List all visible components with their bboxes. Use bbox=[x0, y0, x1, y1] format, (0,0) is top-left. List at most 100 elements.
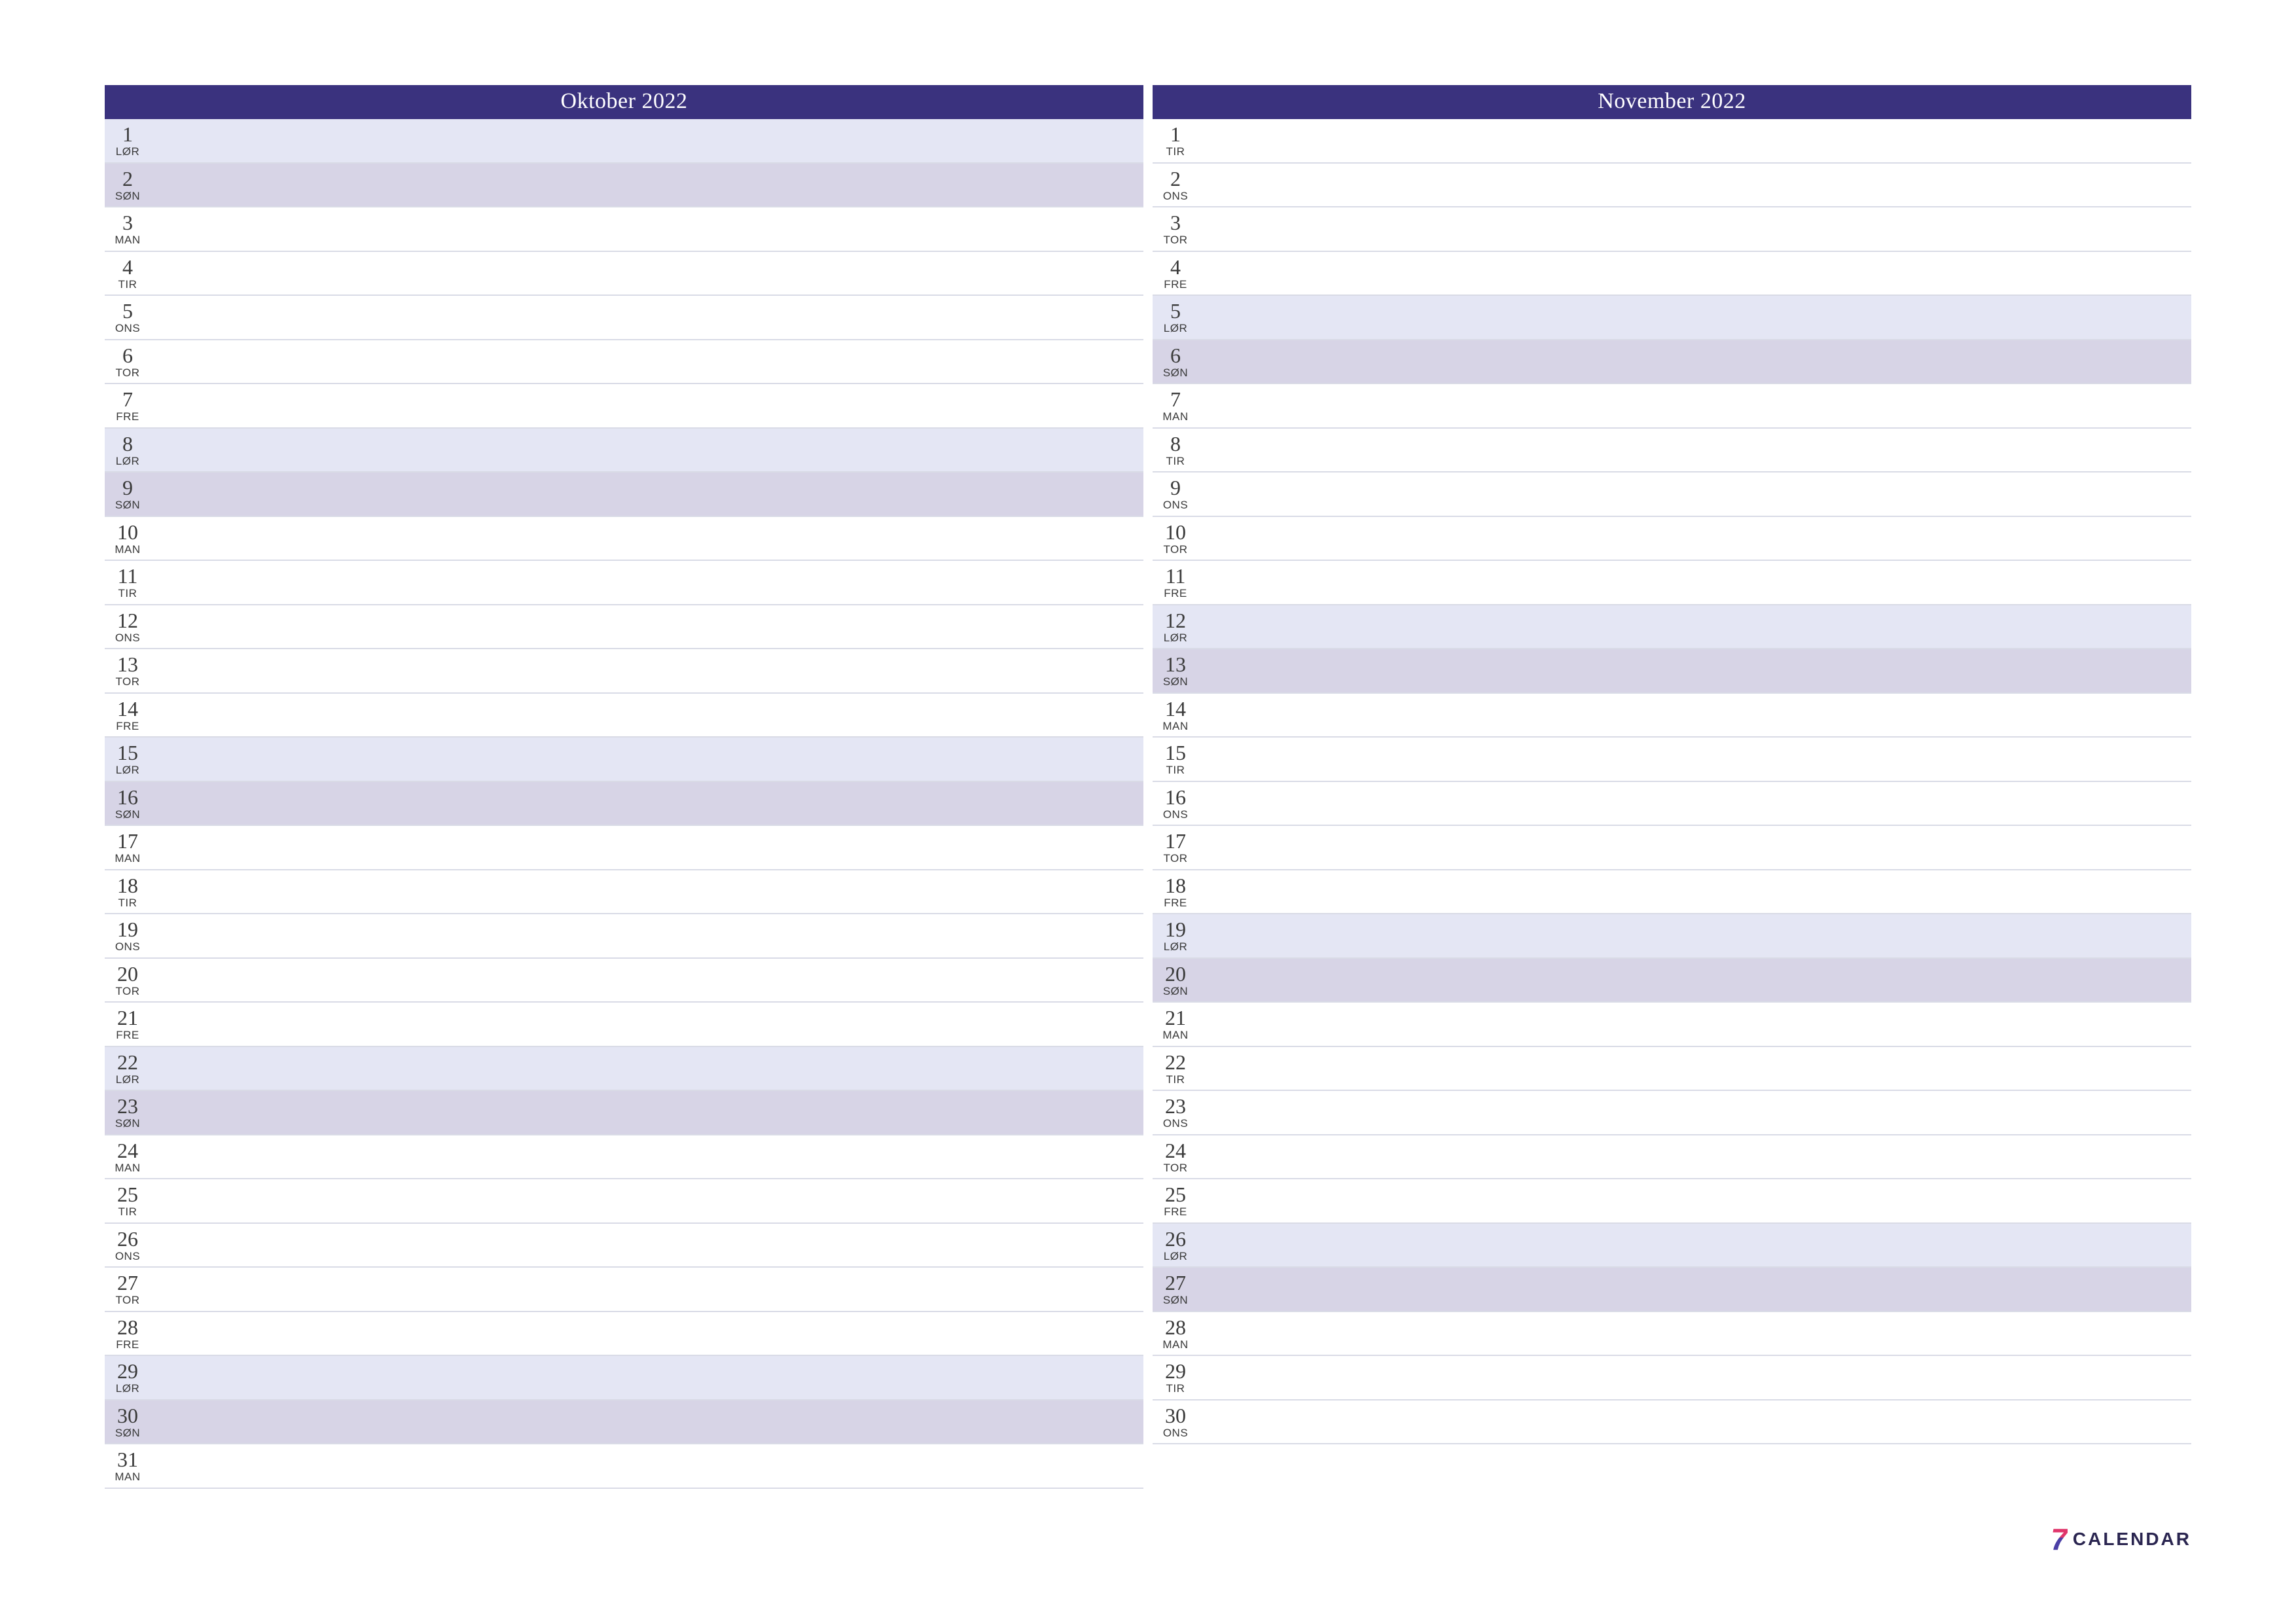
day-weekday: MAN bbox=[115, 1471, 140, 1482]
day-note-space bbox=[1198, 296, 2191, 339]
day-note-space bbox=[151, 561, 1143, 604]
day-weekday: SØN bbox=[115, 1427, 140, 1438]
day-label: 29TIR bbox=[1153, 1356, 1198, 1399]
day-label: 1LØR bbox=[105, 119, 151, 162]
day-number: 14 bbox=[117, 698, 138, 719]
day-weekday: TOR bbox=[115, 676, 139, 687]
day-weekday: LØR bbox=[116, 455, 139, 467]
day-note-space bbox=[1198, 1135, 2191, 1179]
day-number: 7 bbox=[122, 389, 133, 410]
day-note-space bbox=[1198, 694, 2191, 737]
day-weekday: SØN bbox=[115, 499, 140, 510]
day-row: 3MAN bbox=[105, 207, 1143, 252]
day-label: 17MAN bbox=[105, 826, 151, 869]
day-label: 3MAN bbox=[105, 207, 151, 251]
day-row: 27TOR bbox=[105, 1268, 1143, 1312]
day-number: 27 bbox=[1165, 1272, 1186, 1293]
day-number: 21 bbox=[1165, 1007, 1186, 1028]
logo-text: CALENDAR bbox=[2073, 1529, 2191, 1550]
day-number: 1 bbox=[122, 124, 133, 145]
day-number: 8 bbox=[122, 433, 133, 454]
day-note-space bbox=[1198, 252, 2191, 295]
day-weekday: FRE bbox=[116, 721, 139, 732]
day-weekday: ONS bbox=[115, 632, 140, 643]
day-weekday: TIR bbox=[1166, 146, 1185, 157]
day-label: 11FRE bbox=[1153, 561, 1198, 604]
day-row: 1TIR bbox=[1153, 119, 2191, 164]
day-note-space bbox=[1198, 1312, 2191, 1355]
day-weekday: ONS bbox=[1163, 809, 1188, 820]
day-row: 22TIR bbox=[1153, 1047, 2191, 1092]
day-label: 14 MAN bbox=[1153, 694, 1198, 737]
day-number: 10 bbox=[1165, 522, 1186, 543]
day-number: 16 bbox=[1165, 787, 1186, 808]
day-label: 6SØN bbox=[1153, 340, 1198, 383]
day-number: 30 bbox=[1165, 1405, 1186, 1426]
day-number: 14 bbox=[1165, 698, 1186, 719]
day-weekday: TOR bbox=[115, 367, 139, 378]
day-weekday: TIR bbox=[118, 279, 137, 290]
day-note-space bbox=[151, 1091, 1143, 1134]
day-row: 29LØR bbox=[105, 1356, 1143, 1400]
day-weekday: TOR bbox=[1163, 1162, 1187, 1173]
day-row: 14 MAN bbox=[1153, 694, 2191, 738]
day-weekday: TOR bbox=[115, 1294, 139, 1306]
day-number: 6 bbox=[122, 345, 133, 366]
day-number: 29 bbox=[117, 1361, 138, 1382]
day-label: 8LØR bbox=[105, 429, 151, 472]
day-note-space bbox=[151, 1135, 1143, 1179]
day-label: 22LØR bbox=[105, 1047, 151, 1090]
day-label: 14 FRE bbox=[105, 694, 151, 737]
day-row: 20TOR bbox=[105, 959, 1143, 1003]
day-weekday: MAN bbox=[115, 234, 140, 245]
day-weekday: TIR bbox=[1166, 1383, 1185, 1394]
day-row: 1LØR bbox=[105, 119, 1143, 164]
day-label: 21FRE bbox=[105, 1003, 151, 1046]
day-label: 26ONS bbox=[105, 1224, 151, 1267]
day-note-space bbox=[1198, 605, 2191, 649]
day-number: 20 bbox=[1165, 963, 1186, 984]
day-row: 27SØN bbox=[1153, 1268, 2191, 1312]
day-row: 30ONS bbox=[1153, 1400, 2191, 1445]
day-weekday: ONS bbox=[1163, 1118, 1188, 1129]
day-label: 27TOR bbox=[105, 1268, 151, 1311]
day-row: 16SØN bbox=[105, 782, 1143, 827]
day-note-space bbox=[1198, 826, 2191, 869]
day-row: 19LØR bbox=[1153, 914, 2191, 959]
day-number: 25 bbox=[117, 1184, 138, 1205]
month-header: November 2022 bbox=[1153, 85, 2191, 119]
day-number: 25 bbox=[1165, 1184, 1186, 1205]
day-label: 28MAN bbox=[1153, 1312, 1198, 1355]
day-row: 9ONS bbox=[1153, 473, 2191, 517]
day-number: 24 bbox=[117, 1140, 138, 1161]
day-note-space bbox=[1198, 914, 2191, 957]
day-note-space bbox=[1198, 1179, 2191, 1222]
day-weekday: ONS bbox=[115, 323, 140, 334]
day-note-space bbox=[1198, 517, 2191, 560]
day-number: 7 bbox=[1170, 389, 1181, 410]
day-number: 9 bbox=[122, 477, 133, 498]
day-weekday: ONS bbox=[1163, 190, 1188, 202]
day-number: 30 bbox=[117, 1405, 138, 1426]
day-row: 20SØN bbox=[1153, 959, 2191, 1003]
day-note-space bbox=[151, 119, 1143, 162]
day-row: 13SØN bbox=[1153, 649, 2191, 694]
day-number: 10 bbox=[117, 522, 138, 543]
day-label: 10MAN bbox=[105, 517, 151, 560]
day-weekday: MAN bbox=[1162, 411, 1188, 422]
day-number: 4 bbox=[1170, 257, 1181, 277]
day-note-space bbox=[151, 738, 1143, 781]
day-number: 28 bbox=[117, 1317, 138, 1338]
day-label: 15TIR bbox=[1153, 738, 1198, 781]
day-weekday: MAN bbox=[115, 853, 140, 864]
day-row: 3TOR bbox=[1153, 207, 2191, 252]
day-weekday: MAN bbox=[1162, 1339, 1188, 1350]
day-row: 26ONS bbox=[105, 1224, 1143, 1268]
day-weekday: MAN bbox=[1162, 721, 1188, 732]
day-note-space bbox=[1198, 1400, 2191, 1444]
day-row: 2ONS bbox=[1153, 164, 2191, 208]
day-number: 20 bbox=[117, 963, 138, 984]
day-number: 16 bbox=[117, 787, 138, 808]
day-weekday: TIR bbox=[118, 897, 137, 908]
month-column-october: Oktober 2022 1LØR2SØN3MAN4TIR5ONS6TOR7FR… bbox=[105, 85, 1143, 1489]
